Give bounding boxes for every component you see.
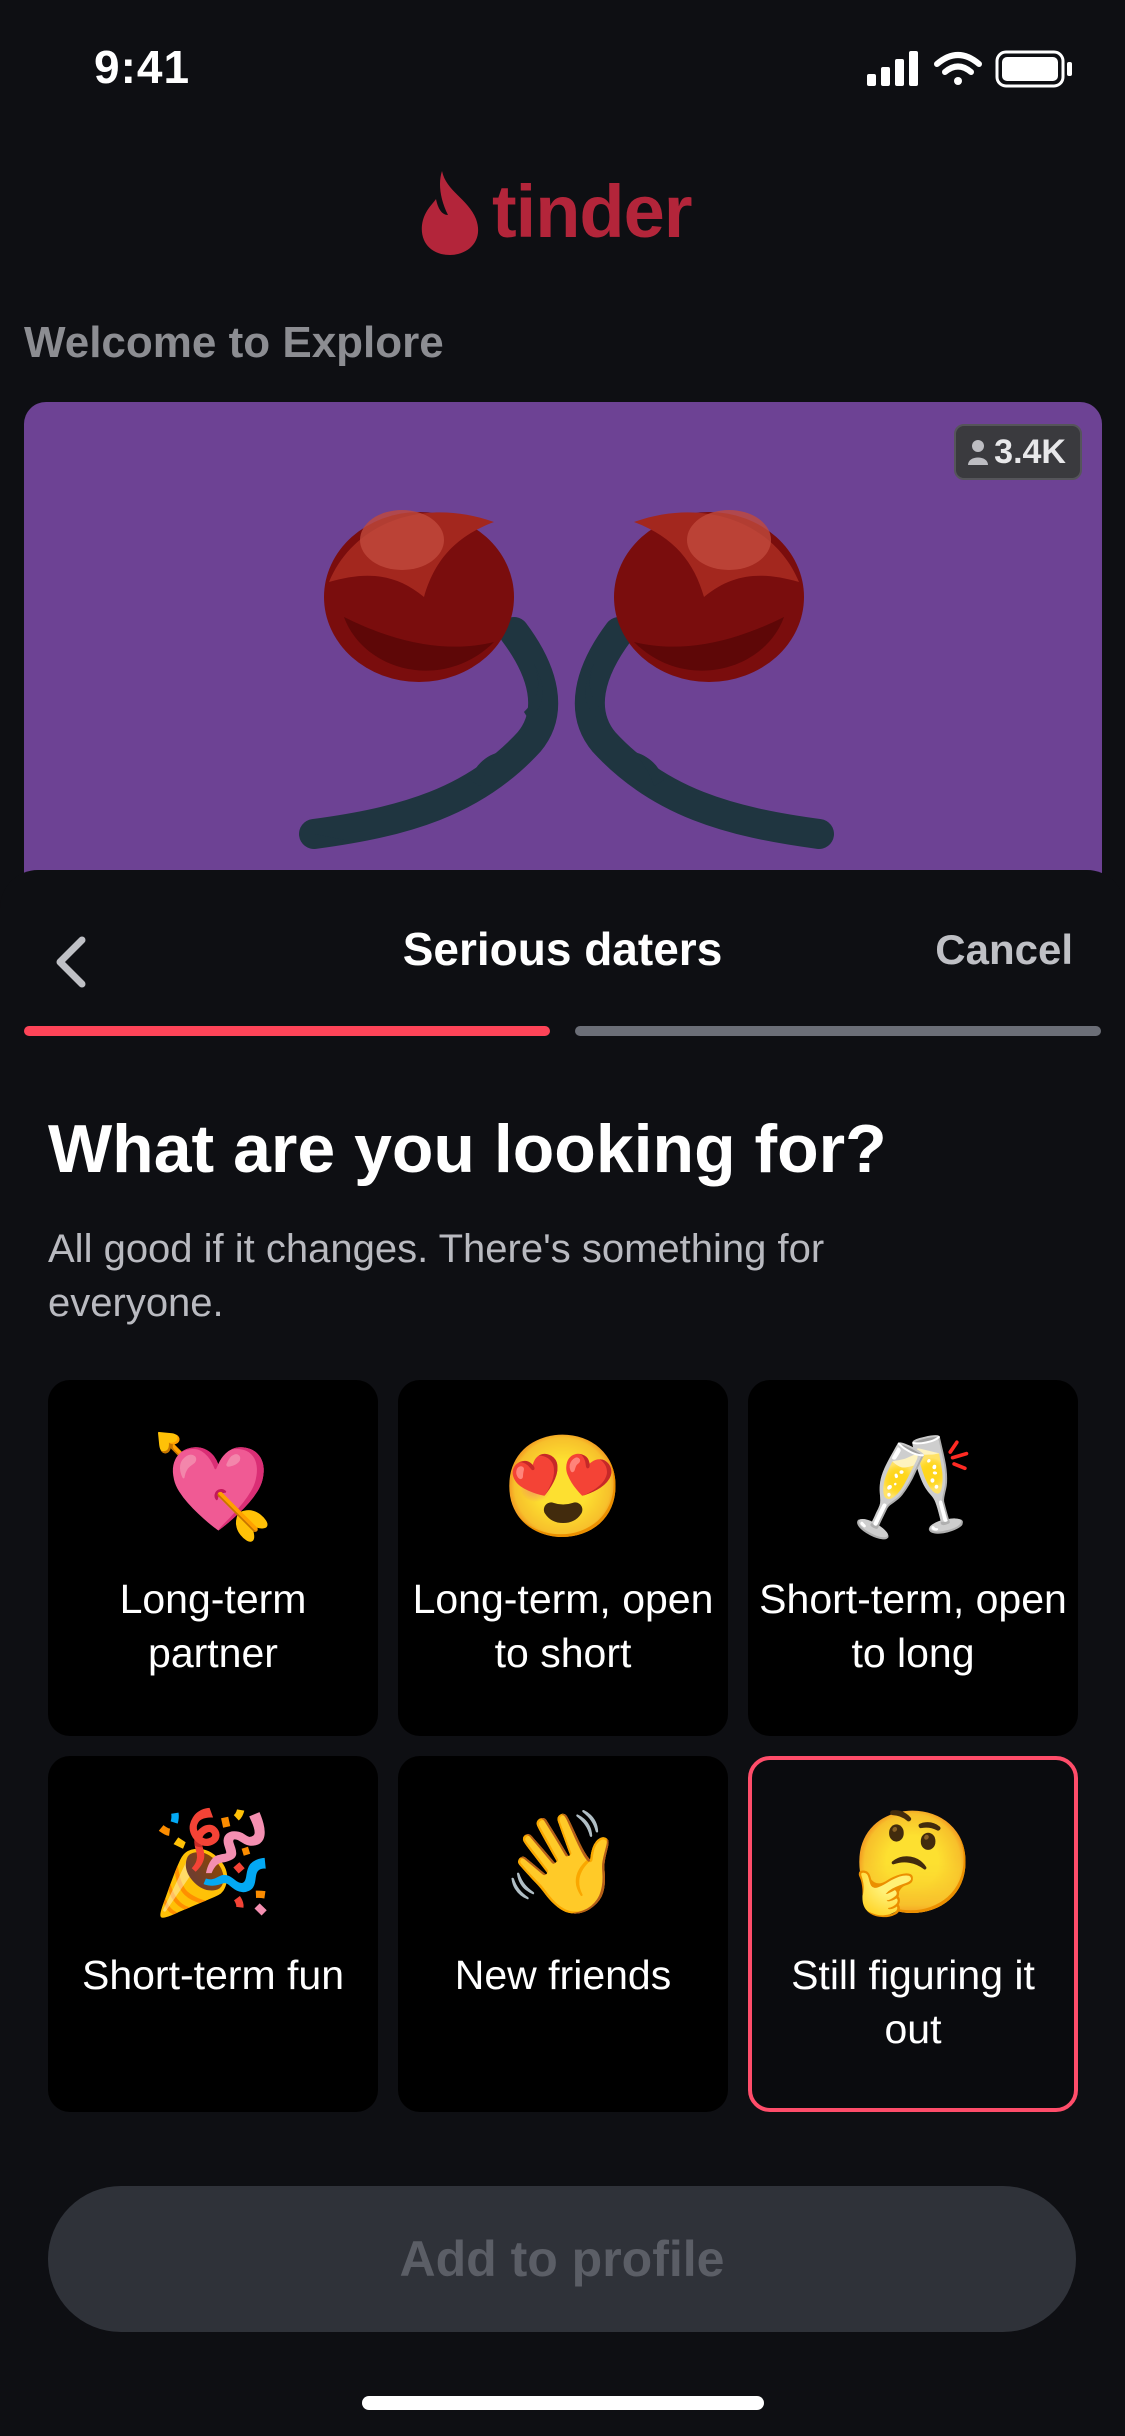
thinking-face-icon: 🤔 bbox=[850, 1807, 976, 1919]
question-subheading: All good if it changes. There's somethin… bbox=[48, 1227, 825, 1325]
explore-title: Welcome to Explore bbox=[24, 318, 444, 367]
champagne-glasses-icon: 🥂 bbox=[850, 1431, 976, 1543]
heart-eyes-icon: 😍 bbox=[500, 1431, 626, 1543]
home-indicator[interactable] bbox=[362, 2396, 764, 2410]
logo-text: tinder bbox=[492, 170, 693, 253]
option-still-figuring-it-out[interactable]: 🤔 Still figuring it out bbox=[748, 1756, 1078, 2112]
option-label: Long-term partner bbox=[119, 1576, 307, 1676]
tinder-logo: tinder bbox=[420, 165, 710, 255]
member-count-badge: 3.4K bbox=[954, 424, 1082, 480]
roses-illustration bbox=[299, 510, 834, 849]
battery-icon bbox=[995, 50, 1072, 88]
option-short-term-fun[interactable]: 🎉 Short-term fun bbox=[48, 1756, 378, 2112]
looking-for-sheet: Serious daters Cancel What are you looki… bbox=[0, 870, 1125, 2436]
option-long-term-open-to-short[interactable]: 😍 Long-term, open to short bbox=[398, 1380, 728, 1736]
option-short-term-open-to-long[interactable]: 🥂 Short-term, open to long bbox=[748, 1380, 1078, 1736]
progress-step-1 bbox=[24, 1026, 550, 1036]
explore-hero-card[interactable]: 3.4K bbox=[24, 402, 1102, 922]
person-icon bbox=[968, 440, 989, 465]
option-label: Long-term, open to short bbox=[412, 1576, 714, 1676]
cellular-signal-icon bbox=[867, 51, 918, 86]
cancel-button[interactable]: Cancel bbox=[935, 926, 1073, 974]
progress-step-2 bbox=[575, 1026, 1101, 1036]
status-icons bbox=[867, 50, 1072, 88]
party-popper-icon: 🎉 bbox=[150, 1807, 276, 1919]
add-to-profile-button[interactable]: Add to profile bbox=[48, 2186, 1076, 2332]
waving-hand-icon: 👋 bbox=[500, 1807, 626, 1919]
option-new-friends[interactable]: 👋 New friends bbox=[398, 1756, 728, 2112]
heart-with-arrow-icon: 💘 bbox=[150, 1431, 276, 1543]
option-label: Still figuring it out bbox=[791, 1952, 1035, 2052]
wifi-icon bbox=[934, 52, 982, 85]
option-label: New friends bbox=[454, 1952, 672, 1998]
option-long-term-partner[interactable]: 💘 Long-term partner bbox=[48, 1380, 378, 1736]
question-heading: What are you looking for? bbox=[48, 1111, 887, 1187]
option-label: Short-term, open to long bbox=[759, 1576, 1067, 1676]
member-count: 3.4K bbox=[994, 432, 1066, 471]
option-label: Short-term fun bbox=[81, 1952, 345, 1998]
flame-icon bbox=[421, 171, 479, 255]
status-time: 9:41 bbox=[94, 41, 191, 93]
status-bar: 9:41 bbox=[0, 0, 1125, 140]
